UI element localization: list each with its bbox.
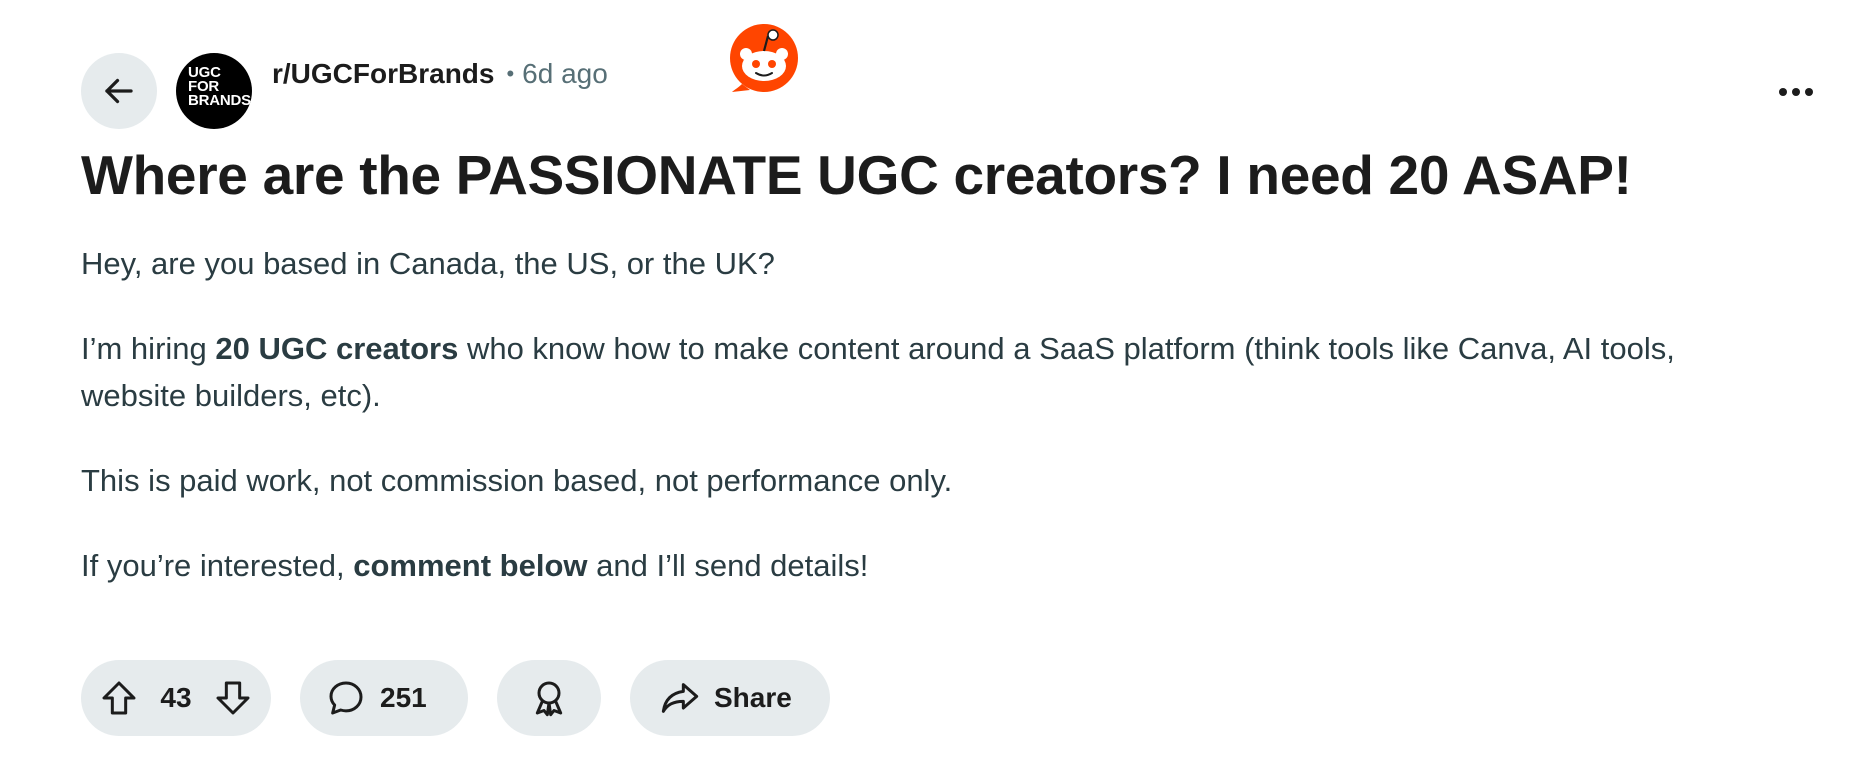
post-age: 6d ago bbox=[522, 58, 608, 89]
more-horizontal-icon bbox=[1779, 88, 1813, 96]
share-arrow-icon bbox=[661, 683, 699, 713]
body-paragraph-1: Hey, are you based in Canada, the US, or… bbox=[81, 246, 775, 281]
body-paragraph-2: I’m hiring 20 UGC creators who know how … bbox=[81, 331, 1675, 413]
upvote-button[interactable] bbox=[99, 678, 139, 718]
post-title: Where are the PASSIONATE UGC creators? I… bbox=[81, 144, 1632, 206]
arrow-down-icon bbox=[216, 681, 250, 715]
subreddit-avatar[interactable]: UGC FOR BRANDS bbox=[176, 53, 252, 129]
comment-count: 251 bbox=[380, 682, 427, 713]
arrow-up-icon bbox=[102, 681, 136, 715]
post-meta: r/UGCForBrands • 6d ago bbox=[272, 56, 608, 92]
avatar-text-line-3: BRANDS bbox=[188, 92, 251, 109]
post-actions: 43 251 Share bbox=[81, 660, 859, 736]
share-button[interactable]: Share bbox=[630, 660, 830, 736]
body-paragraph-4: If you’re interested, comment below and … bbox=[81, 548, 869, 583]
back-button[interactable] bbox=[81, 53, 157, 129]
body-paragraph-3: This is paid work, not commission based,… bbox=[81, 463, 953, 498]
vote-control: 43 bbox=[81, 660, 271, 736]
award-button[interactable] bbox=[497, 660, 601, 736]
vote-count: 43 bbox=[160, 682, 192, 713]
meta-separator: • bbox=[506, 61, 515, 86]
post-body: Hey, are you based in Canada, the US, or… bbox=[81, 240, 1781, 627]
more-options-button[interactable] bbox=[1772, 74, 1820, 110]
comments-button[interactable]: 251 bbox=[300, 660, 468, 736]
downvote-button[interactable] bbox=[213, 678, 253, 718]
share-label: Share bbox=[714, 682, 792, 713]
speech-bubble-icon bbox=[329, 681, 363, 715]
subreddit-link[interactable]: r/UGCForBrands bbox=[272, 58, 494, 90]
award-ribbon-icon bbox=[535, 681, 563, 717]
reddit-snoo-icon bbox=[730, 24, 798, 92]
arrow-left-icon bbox=[105, 78, 133, 104]
